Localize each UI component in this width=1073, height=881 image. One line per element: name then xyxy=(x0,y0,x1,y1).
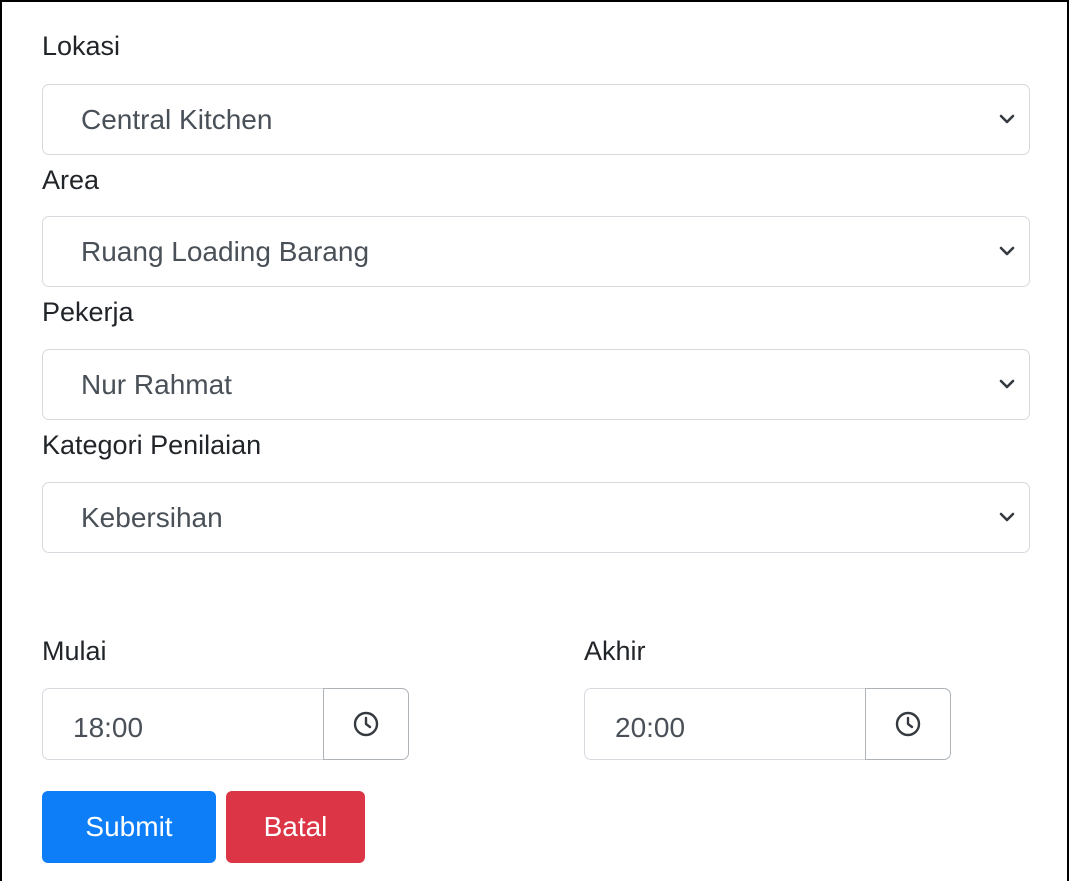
mulai-label: Mulai xyxy=(42,636,107,666)
clock-icon xyxy=(353,711,379,737)
lokasi-select[interactable]: Central Kitchen xyxy=(42,84,1030,155)
submit-button[interactable]: Submit xyxy=(42,791,216,863)
area-label: Area xyxy=(42,165,100,195)
kategori-label: Kategori Penilaian xyxy=(42,430,262,460)
akhir-time-input[interactable]: 20:00 xyxy=(584,688,865,760)
chevron-down-icon xyxy=(999,246,1015,256)
chevron-down-icon xyxy=(999,512,1015,522)
area-selected-value: Ruang Loading Barang xyxy=(81,236,370,267)
chevron-down-icon xyxy=(999,114,1015,124)
akhir-label: Akhir xyxy=(584,636,646,666)
pekerja-label: Pekerja xyxy=(42,297,134,327)
akhir-clock-button[interactable] xyxy=(865,688,951,760)
kategori-select[interactable]: Kebersihan xyxy=(42,482,1030,553)
clock-icon xyxy=(895,711,921,737)
akhir-time-value: 20:00 xyxy=(615,712,686,743)
pekerja-select[interactable]: Nur Rahmat xyxy=(42,349,1030,420)
area-select[interactable]: Ruang Loading Barang xyxy=(42,216,1030,287)
cancel-button[interactable]: Batal xyxy=(226,791,365,863)
chevron-down-icon xyxy=(999,379,1015,389)
kategori-selected-value: Kebersihan xyxy=(81,502,223,533)
lokasi-selected-value: Central Kitchen xyxy=(81,104,273,135)
mulai-time-value: 18:00 xyxy=(73,712,144,743)
lokasi-label: Lokasi xyxy=(42,31,121,61)
mulai-clock-button[interactable] xyxy=(323,688,409,760)
pekerja-selected-value: Nur Rahmat xyxy=(81,369,232,400)
form-panel: Lokasi Central Kitchen Area Ruang Loadin… xyxy=(0,0,1069,881)
mulai-time-input[interactable]: 18:00 xyxy=(42,688,323,760)
